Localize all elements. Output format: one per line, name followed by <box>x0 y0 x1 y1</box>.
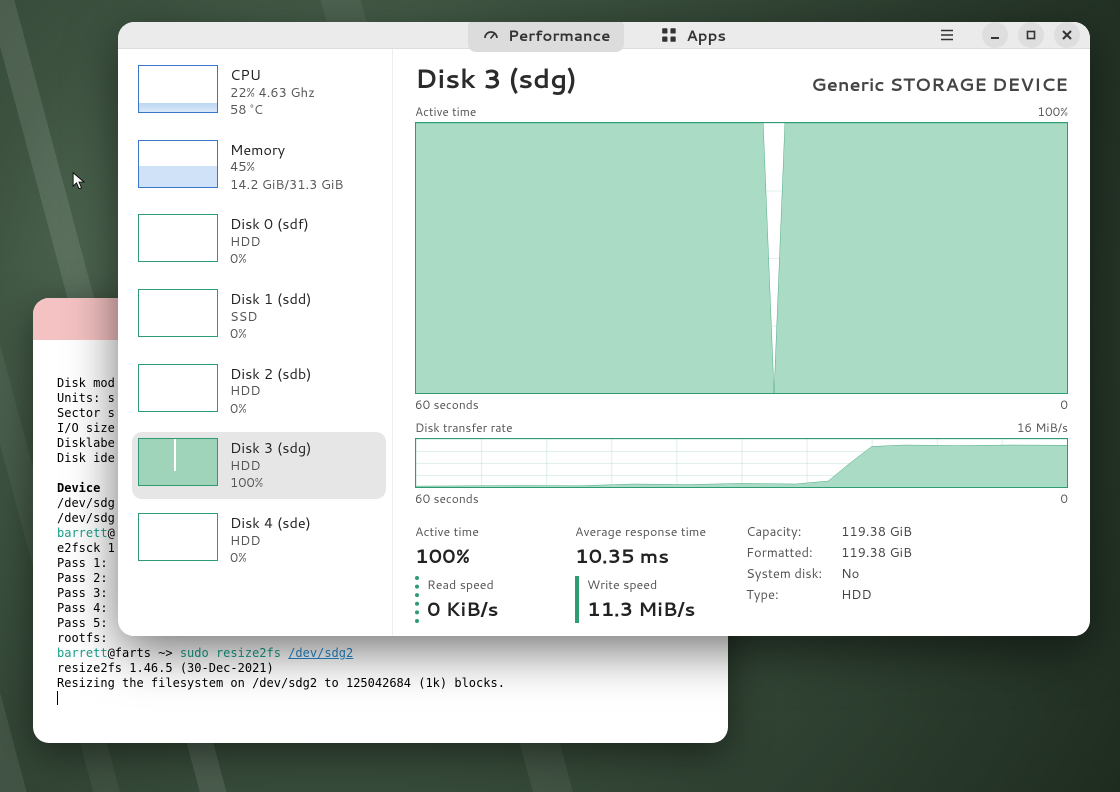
disk-thumb-icon <box>138 214 218 262</box>
write-speed-label: Write speed <box>587 576 706 594</box>
chart-xleft: 60 seconds <box>415 396 479 413</box>
maximize-icon <box>1025 29 1037 41</box>
sidebar-item-line3: 0% <box>230 326 312 344</box>
sidebar[interactable]: CPU22% 4.63 Ghz58 °C Memory45%14.2 GiB/31… <box>118 49 393 636</box>
prop-val: HDD <box>841 586 912 604</box>
sidebar-item-cpu[interactable]: CPU22% 4.63 Ghz58 °C <box>132 59 386 126</box>
sidebar-item-line3: 100% <box>230 475 311 493</box>
speedometer-icon <box>482 26 500 44</box>
chart-ymax: 16 MiB/s <box>1017 419 1068 436</box>
sidebar-item-line2: 45% <box>230 159 343 177</box>
chart-label: Active time <box>415 103 476 120</box>
prop-val: No <box>841 565 912 583</box>
sidebar-item-title: Disk 3 (sdg) <box>230 438 311 458</box>
minimize-button[interactable] <box>982 22 1008 48</box>
close-button[interactable] <box>1054 22 1080 48</box>
avg-response-label: Average response time <box>575 523 706 541</box>
sidebar-item-d4[interactable]: Disk 4 (sde)HDD0% <box>132 507 386 574</box>
disk-thumb-icon <box>138 513 218 561</box>
prop-key: Capacity: <box>746 523 841 541</box>
sidebar-item-line2: HDD <box>230 234 309 252</box>
minimize-icon <box>989 29 1001 41</box>
sidebar-item-line3: 14.2 GiB/31.3 GiB <box>230 177 343 195</box>
system-monitor-window[interactable]: Performance Apps <box>118 22 1090 636</box>
tab-performance[interactable]: Performance <box>468 22 624 52</box>
chart-label: Disk transfer rate <box>415 419 513 436</box>
sidebar-item-d1[interactable]: Disk 1 (sdd)SSD0% <box>132 283 386 350</box>
hamburger-icon <box>938 26 956 44</box>
sidebar-item-d2[interactable]: Disk 2 (sdb)HDD0% <box>132 358 386 425</box>
sidebar-item-line3: 0% <box>230 401 312 419</box>
view-tabs: Performance Apps <box>468 22 740 52</box>
close-icon <box>1061 29 1073 41</box>
sidebar-item-line3: 0% <box>230 251 309 269</box>
sidebar-item-line3: 0% <box>230 550 311 568</box>
sidebar-item-title: Disk 0 (sdf) <box>230 214 309 234</box>
disk-thumb-icon <box>138 364 218 412</box>
active-time-chart <box>415 122 1068 394</box>
sidebar-item-line2: SSD <box>230 309 312 327</box>
chart-xleft: 60 seconds <box>415 490 479 507</box>
disk-properties: Capacity:119.38 GiBFormatted:119.38 GiBS… <box>746 523 912 604</box>
disk-thumb-icon <box>138 438 218 486</box>
active-time-value: 100% <box>415 543 535 570</box>
sidebar-item-title: Disk 4 (sde) <box>230 513 311 533</box>
menu-button[interactable] <box>934 22 960 48</box>
transfer-rate-chart <box>415 438 1068 488</box>
stats-row: Active time 100% Read speed 0 KiB/s Aver… <box>415 523 1068 623</box>
sidebar-item-line3: 58 °C <box>230 102 315 120</box>
active-time-label: Active time <box>415 523 535 541</box>
mem-thumb-icon <box>138 140 218 188</box>
chart-xright: 0 <box>1060 490 1068 507</box>
prop-key: Formatted: <box>746 544 841 562</box>
prop-key: System disk: <box>746 565 841 583</box>
tab-label: Performance <box>508 25 610 46</box>
prop-key: Type: <box>746 586 841 604</box>
sidebar-item-title: Disk 1 (sdd) <box>230 289 312 309</box>
read-speed-value: 0 KiB/s <box>427 596 535 623</box>
detail-panel: Disk 3 (sdg) Generic STORAGE DEVICE Acti… <box>393 49 1090 636</box>
active-time-chart-block: Active time 100% 60 seconds 0 <box>415 103 1068 413</box>
maximize-button[interactable] <box>1018 22 1044 48</box>
sidebar-item-d3[interactable]: Disk 3 (sdg)HDD100% <box>132 432 386 499</box>
detail-title: Disk 3 (sdg) <box>415 61 577 97</box>
read-speed-label: Read speed <box>427 576 535 594</box>
sidebar-item-d0[interactable]: Disk 0 (sdf)HDD0% <box>132 208 386 275</box>
sidebar-item-mem[interactable]: Memory45%14.2 GiB/31.3 GiB <box>132 134 386 201</box>
sidebar-item-line2: HDD <box>230 458 311 476</box>
transfer-rate-chart-block: Disk transfer rate 16 MiB/s 60 seconds 0 <box>415 419 1068 507</box>
sidebar-item-title: CPU <box>230 65 315 85</box>
headerbar[interactable]: Performance Apps <box>118 22 1090 49</box>
prop-val: 119.38 GiB <box>841 523 912 541</box>
detail-subtitle: Generic STORAGE DEVICE <box>811 71 1068 97</box>
chart-ymax: 100% <box>1037 103 1068 120</box>
avg-response-value: 10.35 ms <box>575 543 706 570</box>
disk-thumb-icon <box>138 289 218 337</box>
chart-xright: 0 <box>1060 396 1068 413</box>
tab-apps[interactable]: Apps <box>646 22 740 52</box>
cursor-arrow-icon <box>72 172 86 192</box>
sidebar-item-line2: HDD <box>230 533 311 551</box>
sidebar-item-line2: HDD <box>230 383 312 401</box>
write-speed-value: 11.3 MiB/s <box>587 596 706 623</box>
sidebar-item-line2: 22% 4.63 Ghz <box>230 85 315 103</box>
sidebar-item-title: Memory <box>230 140 343 160</box>
grid-icon <box>660 26 678 44</box>
tab-label: Apps <box>686 25 726 46</box>
prop-val: 119.38 GiB <box>841 544 912 562</box>
cpu-thumb-icon <box>138 65 218 113</box>
sidebar-item-title: Disk 2 (sdb) <box>230 364 312 384</box>
